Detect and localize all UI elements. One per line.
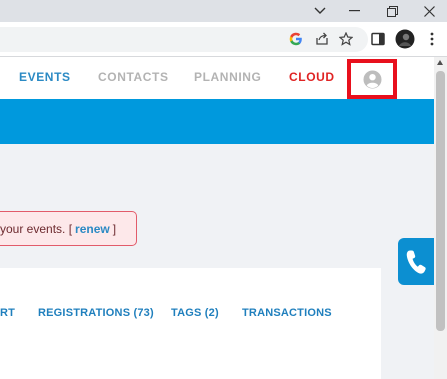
minimize-icon[interactable] (336, 0, 372, 22)
renewal-alert: your events. [ renew ] (0, 211, 137, 246)
tab-transactions[interactable]: TRANSACTIONS (242, 307, 332, 319)
kebab-menu-icon[interactable] (423, 30, 441, 48)
main-navigation: EVENTS CONTACTS PLANNING CLOUD (0, 57, 434, 99)
account-menu-button[interactable] (347, 59, 397, 99)
nav-item-cloud[interactable]: CLOUD (289, 70, 335, 84)
event-details-card: RT REGISTRATIONS (73) TAGS (2) TRANSACTI… (0, 268, 381, 379)
tab-report[interactable]: RT (0, 307, 15, 319)
alert-text: your events. [ (0, 221, 73, 236)
share-icon[interactable] (313, 30, 331, 48)
account-icon (363, 70, 381, 88)
nav-item-events[interactable]: EVENTS (19, 70, 71, 84)
browser-toolbar (0, 22, 447, 57)
page-header-banner (0, 99, 434, 144)
tab-tags[interactable]: TAGS (2) (171, 307, 219, 319)
page-scrollbar[interactable] (434, 57, 447, 379)
close-window-icon[interactable] (411, 0, 447, 22)
profile-avatar-icon[interactable] (395, 29, 415, 49)
alert-suffix: ] (112, 221, 117, 236)
google-icon[interactable] (287, 30, 305, 48)
scroll-up-arrow-icon[interactable] (437, 60, 443, 65)
call-support-button[interactable] (398, 238, 434, 285)
phone-icon (406, 250, 426, 274)
nav-item-planning[interactable]: PLANNING (194, 70, 261, 84)
browser-title-bar (0, 0, 447, 22)
nav-item-contacts[interactable]: CONTACTS (98, 70, 169, 84)
side-panel-icon[interactable] (369, 30, 387, 48)
renew-link[interactable]: renew (75, 222, 110, 236)
scrollbar-thumb[interactable] (436, 71, 445, 331)
star-icon[interactable] (337, 30, 355, 48)
tab-registrations[interactable]: REGISTRATIONS (73) (38, 307, 154, 319)
tab-search-chevron-icon[interactable] (302, 0, 338, 22)
restore-icon[interactable] (374, 0, 410, 22)
